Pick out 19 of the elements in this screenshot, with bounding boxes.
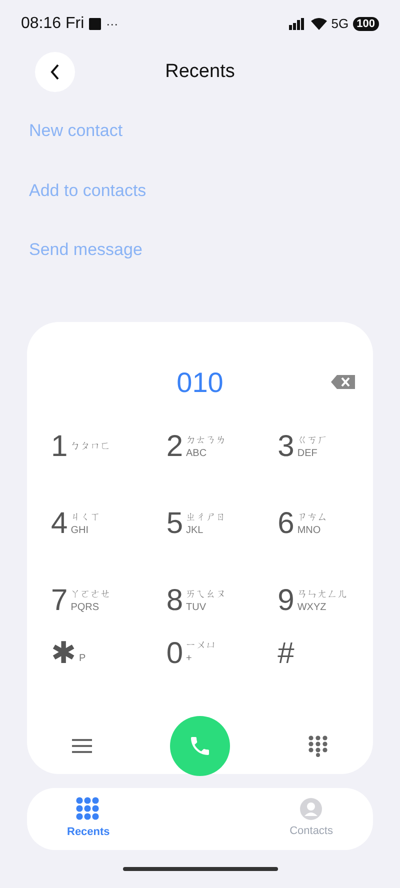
network-label: 5G (331, 15, 349, 34)
nav-tab[interactable]: Recents (67, 797, 110, 841)
back-button[interactable] (35, 52, 75, 92)
back-icon (50, 64, 60, 80)
status-time: 08:16 Fri (21, 14, 84, 34)
dial-key[interactable]: ✱P (51, 639, 150, 716)
menu-icon[interactable] (72, 738, 92, 754)
dial-key[interactable]: # (250, 639, 349, 716)
phone-icon (188, 734, 212, 758)
status-more: ··· (106, 16, 118, 33)
battery-level: 100 (352, 17, 379, 31)
person-icon (300, 798, 322, 820)
page-title: Recents (165, 60, 235, 84)
notification-icon (89, 18, 102, 30)
wifi-icon (311, 18, 328, 30)
backspace-icon[interactable] (331, 375, 355, 389)
grid-icon (76, 797, 100, 822)
dialed-number: 010 (176, 366, 224, 400)
keypad-icon[interactable] (308, 735, 328, 757)
